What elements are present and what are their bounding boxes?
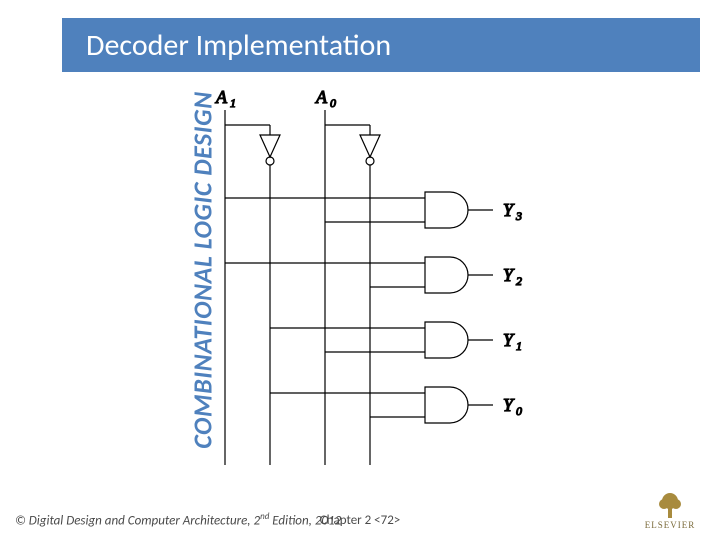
slide-title: Decoder Implementation xyxy=(86,27,391,64)
decoder-diagram: A 1 A 0 xyxy=(175,85,555,485)
tree-icon xyxy=(657,490,683,520)
label-y0-sub: 0 xyxy=(516,404,522,418)
label-y0: Y xyxy=(503,395,515,415)
label-y1-sub: 1 xyxy=(516,339,522,353)
label-y3-sub: 3 xyxy=(515,209,522,223)
label-y1: Y xyxy=(503,330,515,350)
book-title: Digital Design and Computer Architecture xyxy=(29,513,248,528)
slide-title-bar: Decoder Implementation xyxy=(62,18,700,72)
label-y2-sub: 2 xyxy=(516,274,522,288)
label-a1: A xyxy=(215,87,228,107)
publisher-logo: ELSEVIER xyxy=(635,490,705,530)
and-gate-y0 xyxy=(270,387,493,423)
inverter-a1 xyxy=(260,125,280,465)
label-a0: A xyxy=(315,87,328,107)
and-gate-y2 xyxy=(225,257,493,293)
label-a1-sub: 1 xyxy=(230,96,236,110)
edition-suffix: nd xyxy=(260,511,269,522)
decoder-svg: A 1 A 0 xyxy=(175,85,555,485)
and-gate-y1 xyxy=(270,322,493,358)
footer: © Digital Design and Computer Architectu… xyxy=(15,506,705,530)
chapter-indicator: Chapter 2 <72> xyxy=(320,513,401,528)
copyright-prefix: © xyxy=(15,513,29,528)
label-a0-sub: 0 xyxy=(330,96,336,110)
label-y3: Y xyxy=(503,200,515,220)
copyright: © Digital Design and Computer Architectu… xyxy=(15,511,341,528)
publisher-name: ELSEVIER xyxy=(635,520,705,530)
and-gate-y3 xyxy=(225,192,493,228)
inverter-a0 xyxy=(360,125,380,465)
label-y2: Y xyxy=(503,265,515,285)
